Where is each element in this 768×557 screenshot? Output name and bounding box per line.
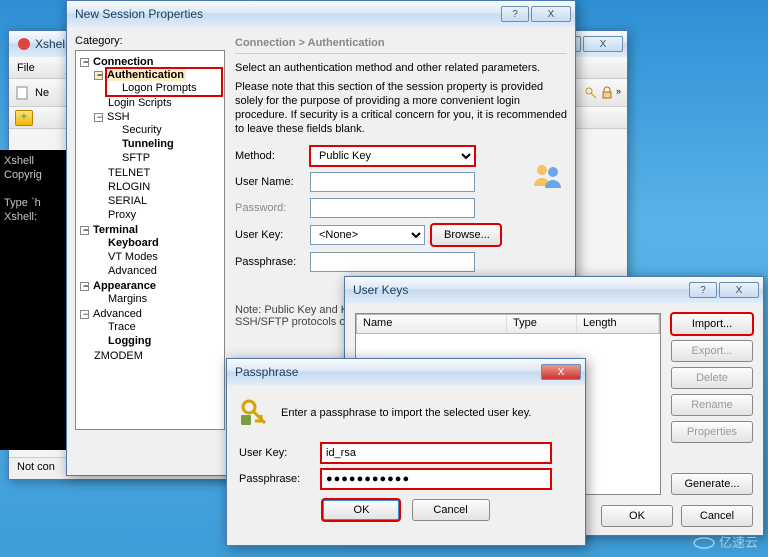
breadcrumb: Connection > Authentication [235,37,567,54]
tree-advanced2[interactable]: Advanced [91,308,144,320]
xshell-close-button[interactable]: X [583,36,623,52]
pp-close-button[interactable]: X [541,364,581,380]
nsp-close-button[interactable]: X [531,6,571,22]
pp-pass-input[interactable] [321,469,551,489]
tree-vt-modes[interactable]: VT Modes [106,251,160,263]
watermark: 亿速云 [693,532,758,551]
tree-security[interactable]: Security [120,124,164,136]
menu-file[interactable]: File [17,62,35,74]
users-icon [531,146,567,278]
userkey-label: User Key: [235,229,310,241]
import-button[interactable]: Import... [671,313,753,335]
uk-ok-button[interactable]: OK [601,505,673,527]
term-line: Xshell [4,154,66,168]
properties-button: Properties [671,421,753,443]
passphrase-label: Passphrase: [235,256,310,268]
nsp-help-button[interactable]: ? [501,6,529,22]
col-name[interactable]: Name [357,315,507,333]
auth-desc1: Select an authentication method and othe… [235,62,567,74]
pp-titlebar[interactable]: Passphrase X [227,359,585,385]
tree-keyboard[interactable]: Keyboard [106,237,161,249]
tree-telnet[interactable]: TELNET [106,167,152,179]
new-tab-button[interactable]: + [15,110,33,126]
tree-tunneling[interactable]: Tunneling [120,138,176,150]
pp-ok-button[interactable]: OK [322,499,400,521]
new-icon[interactable] [15,85,31,101]
category-tree[interactable]: −Connection −Authentication Logon Prompt… [75,50,225,430]
lock-icon[interactable] [600,86,614,100]
key-lock-icon [239,397,271,429]
tree-margins[interactable]: Margins [106,293,149,305]
nsp-titlebar[interactable]: New Session Properties ? X [67,1,575,27]
tree-rlogin[interactable]: RLOGIN [106,181,152,193]
password-label: Password: [235,202,310,214]
tree-sftp[interactable]: SFTP [120,152,152,164]
tree-trace[interactable]: Trace [106,321,138,333]
rename-button: Rename [671,394,753,416]
generate-button[interactable]: Generate... [671,473,753,495]
passphrase-dialog: Passphrase X Enter a passphrase to impor… [226,358,586,546]
category-label: Category: [75,35,225,47]
username-label: User Name: [235,176,310,188]
tree-terminal[interactable]: Terminal [91,224,140,236]
key-icon[interactable] [584,86,598,100]
tree-appearance[interactable]: Appearance [91,280,158,292]
terminal-area[interactable]: Xshell Copyrig Type `h Xshell: [0,150,70,450]
chevron-down-icon[interactable]: » [616,86,621,100]
uk-cancel-button[interactable]: Cancel [681,505,753,527]
password-input [310,198,475,218]
passphrase-input[interactable] [310,252,475,272]
tree-proxy[interactable]: Proxy [106,209,138,221]
tree-authentication[interactable]: Authentication [105,69,186,81]
term-line: Type `h [4,196,66,210]
userkey-select[interactable]: <None> [310,225,425,245]
auth-desc2: Please note that this section of the ses… [235,80,567,136]
uk-title: User Keys [353,283,689,297]
tree-login-scripts[interactable]: Login Scripts [106,97,174,109]
browse-button[interactable]: Browse... [431,224,501,246]
status-text: Not con [17,461,55,473]
pp-userkey-input[interactable] [321,443,551,463]
app-icon [17,37,31,51]
plus-icon: + [21,111,27,123]
tree-serial[interactable]: SERIAL [106,195,149,207]
tree-connection[interactable]: Connection [91,56,156,68]
tree-advanced[interactable]: Advanced [106,265,159,277]
delete-button: Delete [671,367,753,389]
tree-ssh[interactable]: SSH [105,111,132,123]
col-type[interactable]: Type [507,315,577,333]
uk-help-button[interactable]: ? [689,282,717,298]
tree-zmodem[interactable]: ZMODEM [92,350,145,362]
pp-message: Enter a passphrase to import the selecte… [281,407,531,419]
pp-cancel-button[interactable]: Cancel [412,499,490,521]
pp-userkey-label: User Key: [239,447,321,459]
method-select[interactable]: Public Key [310,146,475,166]
nsp-title: New Session Properties [75,7,501,21]
export-button: Export... [671,340,753,362]
pp-title: Passphrase [235,365,541,379]
uk-list-header[interactable]: Name Type Length [356,314,660,334]
tree-logon-prompts[interactable]: Logon Prompts [120,82,199,94]
toolbar-new[interactable]: Ne [35,87,49,99]
pp-pass-label: Passphrase: [239,473,321,485]
uk-close-button[interactable]: X [719,282,759,298]
cloud-icon [693,535,715,549]
tree-logging[interactable]: Logging [106,335,153,347]
uk-titlebar[interactable]: User Keys ? X [345,277,763,303]
col-length[interactable]: Length [577,315,659,333]
method-label: Method: [235,150,310,162]
username-input[interactable] [310,172,475,192]
term-line: Copyrig [4,168,66,182]
term-line: Xshell: [4,210,66,224]
